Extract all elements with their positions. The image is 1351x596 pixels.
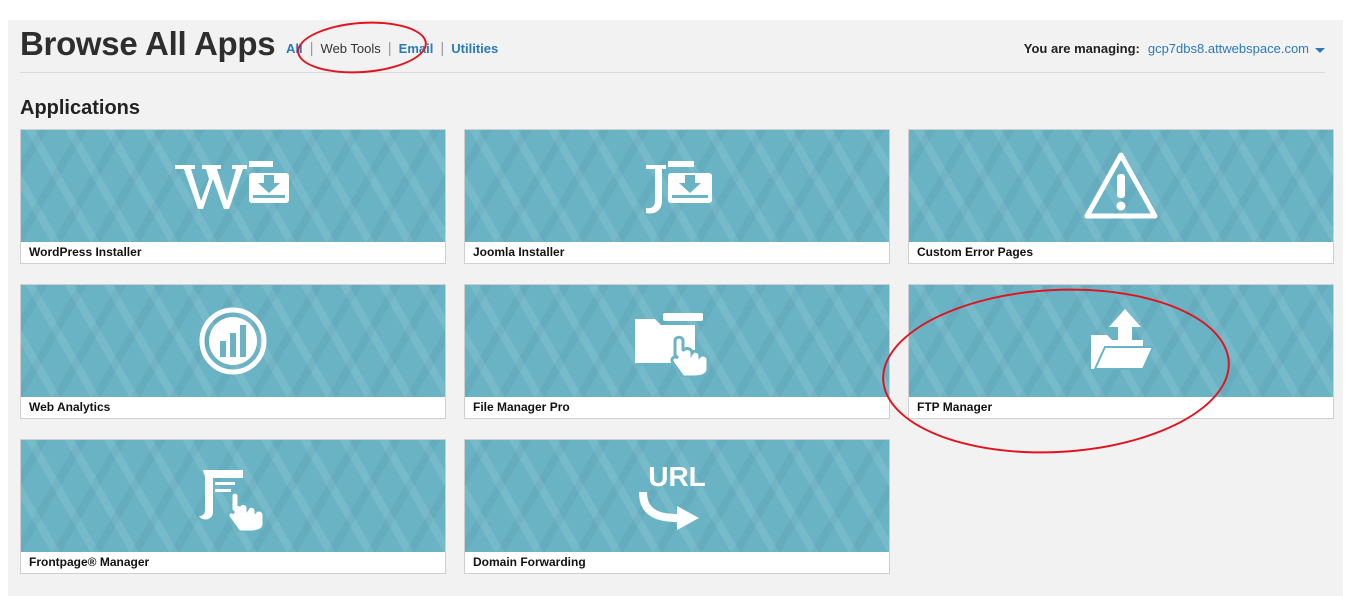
managing-label: You are managing: [1023,41,1140,56]
app-tile-art [465,285,889,397]
joomla-installer-icon [646,161,712,214]
category-nav: All | Web Tools | Email | Utilities [286,40,498,58]
app-tile-art [909,285,1333,397]
app-tile-art [21,130,445,242]
folder-hand-icon [635,313,710,377]
app-card-label: Domain Forwarding [465,552,889,573]
folder-upload-icon [1091,309,1155,370]
app-card-label: WordPress Installer [21,242,445,263]
nav-separator: | [309,40,314,57]
app-card-ftp-manager[interactable]: FTP Manager [908,284,1334,419]
app-card-custom-error-pages[interactable]: Custom Error Pages [908,129,1334,264]
page-hand-icon [199,470,266,532]
nav-separator: | [440,40,445,57]
warning-icon [1084,152,1158,219]
app-card-wordpress-installer[interactable]: WordPress Installer [20,129,446,264]
nav-email[interactable]: Email [399,40,434,58]
app-tile-art [909,130,1333,242]
analytics-chart-icon [199,307,267,375]
app-card-label: Frontpage® Manager [21,552,445,573]
app-card-domain-forwarding[interactable]: URL Domain Forwarding [464,439,890,574]
app-card-label: Joomla Installer [465,242,889,263]
app-card-frontpage-manager[interactable]: Frontpage® Manager [20,439,446,574]
domain-selector[interactable]: You are managing: gcp7dbs8.attwebspace.c… [1024,40,1325,58]
wordpress-installer-icon [175,161,289,209]
page-header: Browse All Apps All | Web Tools | Email … [20,24,1325,73]
nav-separator: | [387,40,392,57]
section-title: Applications [20,97,141,119]
managing-domain[interactable]: gcp7dbs8.attwebspace.com [1148,40,1309,58]
chevron-down-icon[interactable] [1315,47,1325,53]
page-title: Browse All Apps [20,25,276,62]
app-tile-art [465,130,889,242]
nav-utilities[interactable]: Utilities [451,40,498,58]
app-tile-art [21,440,445,552]
app-card-file-manager-pro[interactable]: File Manager Pro [464,284,890,419]
nav-all[interactable]: All [286,40,303,58]
url-arrow-icon: URL [639,461,706,530]
nav-web-tools[interactable]: Web Tools [321,40,381,58]
url-icon-text: URL [648,461,706,492]
app-tile-art: URL [465,440,889,552]
app-card-label: File Manager Pro [465,397,889,418]
app-card-label: Custom Error Pages [909,242,1333,263]
app-card-label: Web Analytics [21,397,445,418]
app-tile-art [21,285,445,397]
app-card-joomla-installer[interactable]: Joomla Installer [464,129,890,264]
app-card-web-analytics[interactable]: Web Analytics [20,284,446,419]
app-card-label: FTP Manager [909,397,1333,418]
